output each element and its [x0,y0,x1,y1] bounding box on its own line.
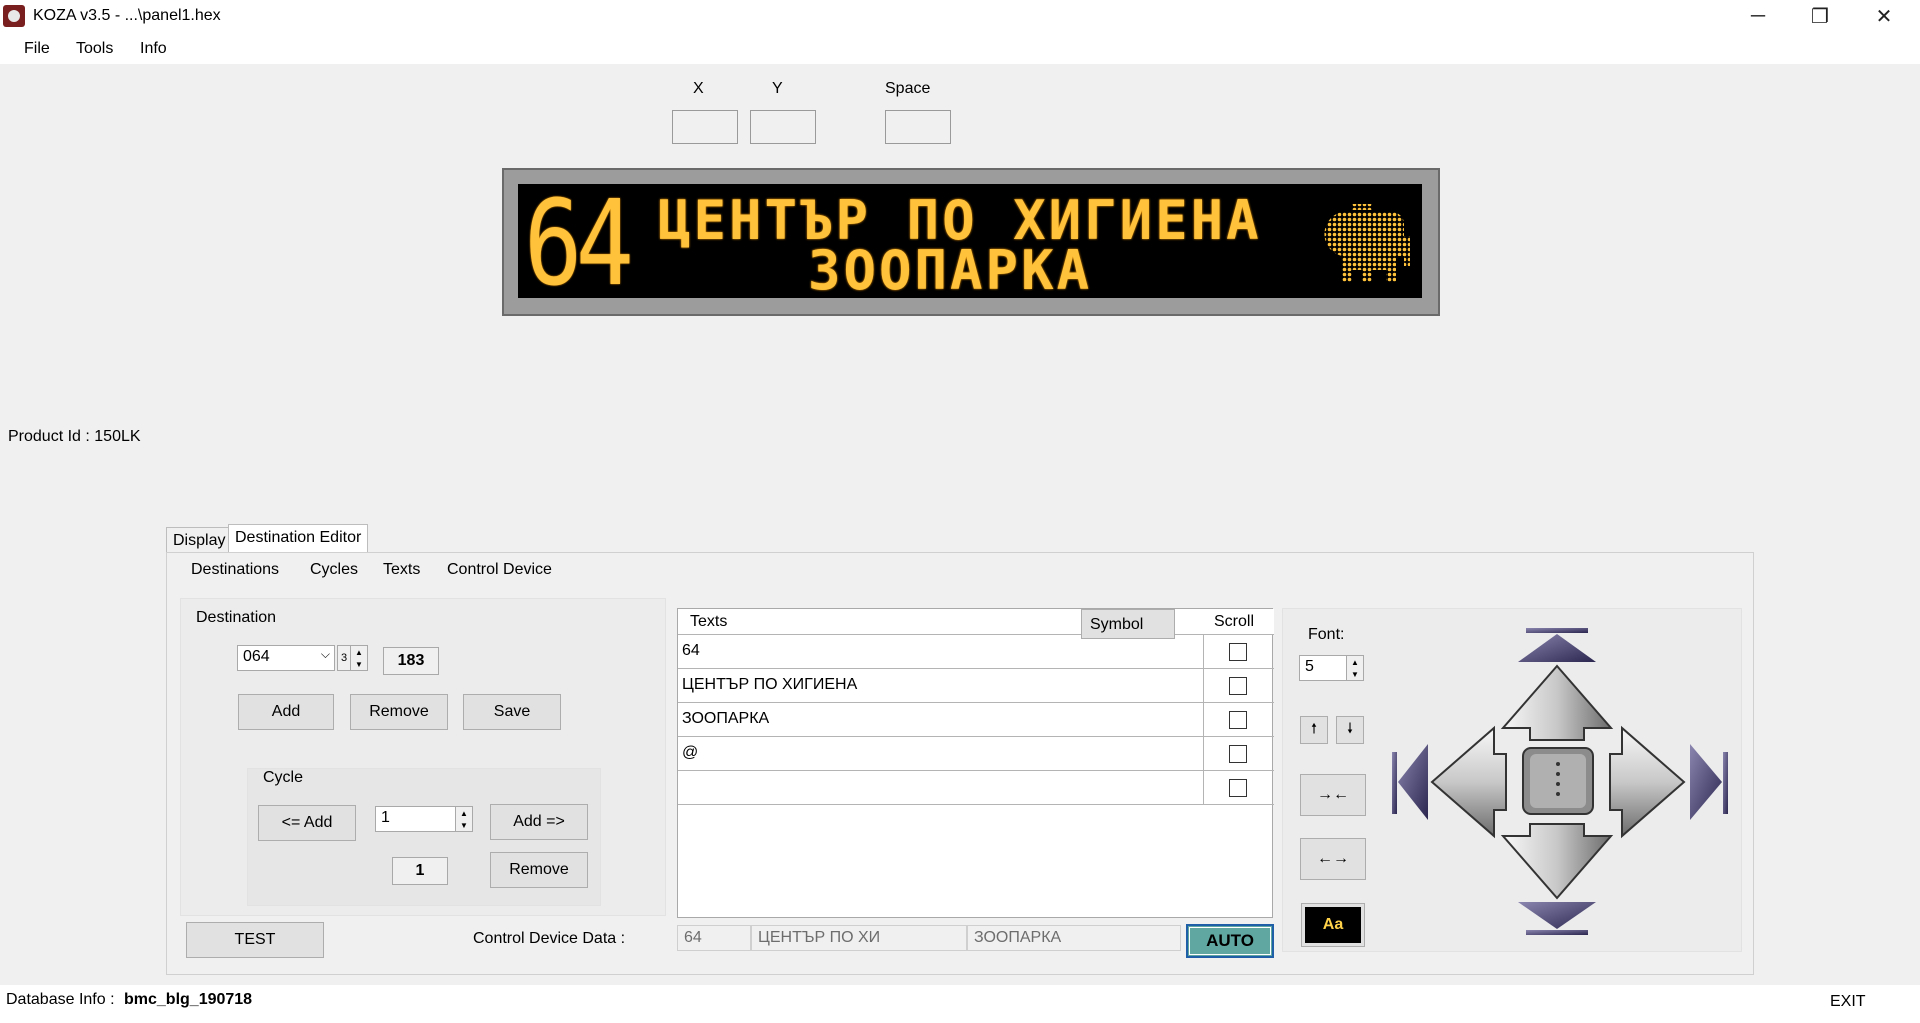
cycle-spinner[interactable]: ▲ ▼ [455,806,473,832]
control-device-label: Control Device Data : [473,930,626,947]
table-row[interactable]: ЦЕНТЪР ПО ХИГИЕНА [678,669,1274,703]
texts-grid-header: Texts Symbol Scroll [678,609,1274,639]
table-row[interactable]: ЗООПАРКА [678,703,1274,737]
led-display[interactable]: 64 ЦЕНТЪР ПО ХИГИЕНА ЗООПАРКА [518,184,1422,298]
submenu-texts[interactable]: Texts [383,561,420,579]
database-info-label: Database Info : [6,991,115,1008]
database-info-value: bmc_blg_190718 [124,991,253,1008]
tab-destination-editor[interactable]: Destination Editor [228,524,369,554]
space-label: Space [885,80,931,97]
scroll-checkbox[interactable] [1229,745,1247,763]
x-label: X [693,80,704,97]
save-destination-button[interactable]: Save [463,694,561,730]
spin-down-icon[interactable]: ▼ [1351,670,1359,679]
product-id-label: Product Id : [8,428,90,445]
row-text[interactable]: @ [682,744,698,762]
destination-spin-value: 3 [337,645,351,671]
auto-button[interactable]: AUTO [1186,924,1274,958]
compress-button[interactable]: →← [1300,774,1366,816]
title-bar: KOZA v3.5 - ...\panel1.hex ─ ❐ ✕ [0,0,1920,32]
move-line-down-button[interactable]: 🠗 [1336,716,1364,744]
chevron-down-icon: ⌵ [320,647,330,661]
space-field[interactable] [885,110,951,144]
spin-down-icon[interactable]: ▼ [460,821,468,830]
table-row[interactable]: @ [678,737,1274,771]
tab-display[interactable]: Display [166,527,233,553]
font-spinner[interactable]: ▲ ▼ [1346,655,1364,681]
spin-up-icon[interactable]: ▲ [355,648,363,657]
submenu-control-device[interactable]: Control Device [447,561,552,579]
arrow-up-icon[interactable] [1500,664,1614,741]
cycle-group-label: Cycle [263,769,304,786]
submenu-destinations[interactable]: Destinations [191,561,279,579]
control-device-field-2: ЦЕНТЪР ПО ХИ [751,925,967,951]
cycle-count: 1 [392,857,448,885]
move-line-up-button[interactable]: 🠕 [1300,716,1328,744]
case-toggle-button[interactable]: Aa [1301,903,1365,947]
row-text[interactable]: ЗООПАРКА [682,710,769,728]
destination-group-label: Destination [196,609,277,626]
center-move-icon[interactable] [1522,747,1594,815]
menu-info[interactable]: Info [140,40,167,58]
scroll-checkbox[interactable] [1229,779,1247,797]
header-scroll: Scroll [1214,613,1255,630]
row-text[interactable]: ЦЕНТЪР ПО ХИГИЕНА [682,676,857,694]
test-button[interactable]: TEST [186,922,324,958]
destination-select[interactable]: 064 ⌵ [237,645,335,671]
texts-grid: Texts Symbol Scroll 64 ЦЕНТЪР ПО ХИГИЕНА… [677,608,1274,918]
menu-file[interactable]: File [24,40,50,58]
destination-spinner[interactable]: ▲ ▼ [350,645,368,671]
y-field[interactable] [750,110,816,144]
left-edge-icon[interactable] [1392,744,1428,820]
font-label: Font: [1308,626,1345,643]
control-device-field-3: ЗООПАРКА [967,925,1181,951]
minimize-button[interactable]: ─ [1728,0,1788,32]
direction-pad [1392,628,1728,935]
product-id-value: 150LK [94,428,141,445]
restore-button[interactable]: ❐ [1790,0,1850,32]
led-line-2: ЗООПАРКА [808,239,1093,298]
destination-code: 183 [383,647,439,675]
remove-destination-button[interactable]: Remove [350,694,448,730]
y-label: Y [772,80,783,97]
cycle-add-left-button[interactable]: <= Add [258,805,356,841]
elephant-icon [1324,204,1410,282]
header-texts: Texts [690,613,728,630]
scroll-checkbox[interactable] [1229,643,1247,661]
x-field[interactable] [672,110,738,144]
product-id: Product Id : 150LK [8,428,141,446]
scroll-checkbox[interactable] [1229,711,1247,729]
right-edge-icon[interactable] [1690,744,1728,820]
row-text[interactable]: 64 [682,642,700,660]
spin-up-icon[interactable]: ▲ [460,809,468,818]
arrow-right-icon[interactable] [1609,725,1686,839]
table-row[interactable] [678,771,1274,805]
submenu-cycles[interactable]: Cycles [310,561,358,579]
menu-bar: File Tools Info [0,32,1920,64]
close-button[interactable]: ✕ [1854,0,1914,32]
cycle-remove-button[interactable]: Remove [490,852,588,888]
table-row[interactable]: 64 [678,635,1274,669]
top-edge-icon[interactable] [1518,628,1596,662]
bottom-edge-icon[interactable] [1518,902,1596,935]
expand-button[interactable]: ←→ [1300,838,1366,880]
editor-submenu: Destinations Cycles Texts Control Device [168,554,1752,586]
led-route-number: 64 [524,184,634,298]
spin-up-icon[interactable]: ▲ [1351,658,1359,667]
cycle-spin-field[interactable]: 1 [375,806,457,832]
font-size-field[interactable]: 5 [1299,655,1347,681]
control-device-field-1: 64 [677,925,751,951]
arrow-down-icon[interactable] [1500,823,1614,900]
spin-down-icon[interactable]: ▼ [355,660,363,669]
cycle-add-right-button[interactable]: Add => [490,804,588,840]
app-icon [3,5,25,27]
add-destination-button[interactable]: Add [238,694,334,730]
arrow-left-icon[interactable] [1430,725,1507,839]
exit-button[interactable]: EXIT [1830,993,1866,1011]
status-bar: Database Info : bmc_blg_190718 EXIT [0,985,1920,1023]
menu-tools[interactable]: Tools [76,40,113,58]
window-title: KOZA v3.5 - ...\panel1.hex [33,7,221,24]
scroll-checkbox[interactable] [1229,677,1247,695]
